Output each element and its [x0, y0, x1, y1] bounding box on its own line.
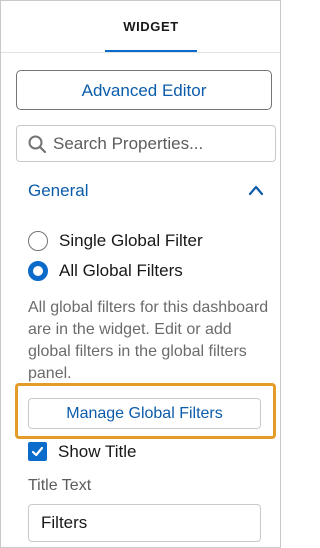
advanced-editor-button[interactable]: Advanced Editor — [16, 70, 272, 110]
radio-button-selected[interactable] — [28, 261, 48, 281]
radio-label: Single Global Filter — [59, 231, 203, 250]
search-icon — [28, 135, 47, 154]
radio-single-global-filter[interactable]: Single Global Filter — [28, 229, 258, 253]
tab-bar: WIDGET — [1, 1, 280, 53]
title-text-label: Title Text — [28, 477, 92, 494]
show-title-checkbox-row[interactable]: Show Title — [28, 440, 228, 462]
manage-global-filters-button[interactable]: Manage Global Filters — [28, 398, 261, 429]
tab-divider — [1, 52, 280, 53]
chevron-up-icon[interactable] — [248, 183, 264, 196]
radio-all-global-filters[interactable]: All Global Filters — [28, 259, 258, 283]
show-title-label: Show Title — [58, 442, 137, 461]
section-title: General — [28, 181, 89, 200]
search-properties-field[interactable] — [16, 125, 276, 162]
title-text-input[interactable] — [28, 504, 261, 542]
section-header-general[interactable]: General — [28, 177, 268, 205]
widget-properties-panel: WIDGET Advanced Editor General Single Gl… — [0, 0, 281, 548]
global-filters-help-text: All global filters for this dashboard ar… — [28, 299, 269, 382]
radio-label: All Global Filters — [59, 261, 183, 280]
search-input[interactable] — [53, 126, 268, 161]
show-title-checkbox[interactable] — [28, 442, 47, 461]
checkmark-icon — [31, 446, 44, 457]
radio-button-unselected[interactable] — [28, 231, 48, 251]
tab-widget[interactable]: WIDGET — [105, 1, 197, 53]
